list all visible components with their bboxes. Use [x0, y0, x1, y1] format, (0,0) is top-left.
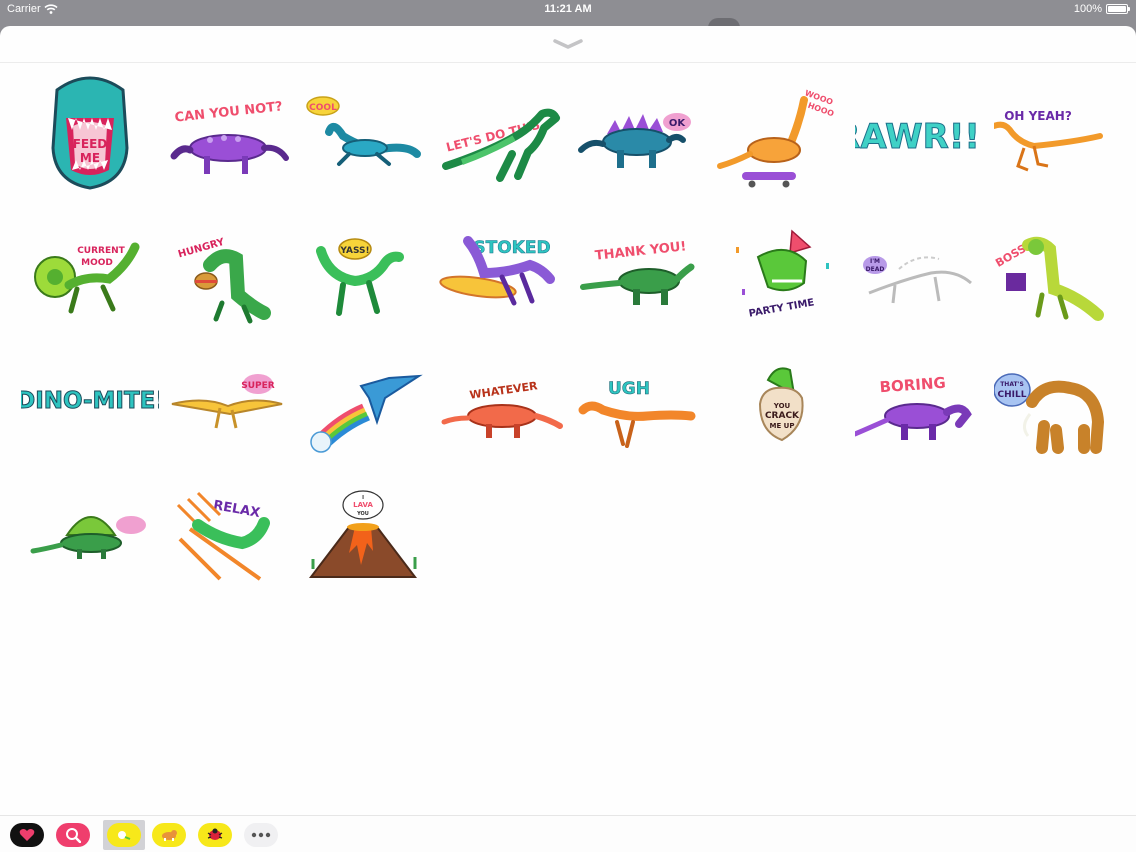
sticker-wooo-hooo[interactable]: WOOO HOOO: [716, 70, 854, 196]
battery-fill: [1108, 6, 1126, 12]
battery-group: 100%: [1073, 3, 1130, 15]
status-bar: Carrier 11:21 AM 100%: [0, 0, 1136, 18]
sticker-text: FEED: [73, 137, 108, 151]
drawer-divider: [0, 62, 1136, 63]
battery-percent: 100%: [1073, 3, 1102, 15]
magnifier-heart-icon: [56, 823, 90, 847]
sticker-text: UGH: [608, 379, 650, 399]
sticker-text: DEAD: [866, 266, 885, 273]
tray-app-more[interactable]: [244, 822, 278, 848]
sticker-text: CURRENT: [77, 246, 125, 256]
sticker-stoked[interactable]: STOKED: [438, 203, 576, 329]
app-tray: [0, 815, 1136, 852]
sticker-ok[interactable]: OK: [577, 70, 715, 196]
sticker-text: THAT'S: [1000, 381, 1024, 388]
sticker-text: BORING: [879, 374, 946, 397]
sticker-text: CHILL: [998, 390, 1027, 400]
sticker-yass[interactable]: YASS!: [299, 203, 437, 329]
sticker-text: DINO-MITE!: [21, 388, 159, 414]
sticker-whatever[interactable]: WHATEVER: [438, 336, 576, 462]
corgi-icon: [152, 823, 186, 847]
sticker-party-time[interactable]: PARTY TIME: [716, 203, 854, 329]
sticker-text: PARTY TIME: [748, 297, 815, 319]
sticker-text: LAVA: [353, 501, 373, 509]
sticker-ugh[interactable]: UGH: [577, 336, 715, 462]
sticker-text: OH YEAH?: [1004, 109, 1072, 123]
sticker-text: ME: [80, 151, 100, 165]
battery-icon: [1106, 4, 1130, 14]
sticker-lets-do-this[interactable]: LET'S DO THIS: [438, 70, 576, 196]
tray-app-heart[interactable]: [10, 822, 44, 848]
tray-app-search[interactable]: [56, 822, 90, 848]
more-icon: [244, 823, 278, 847]
sticker-hungry[interactable]: HUNGRY: [160, 203, 298, 329]
sticker-im-dead[interactable]: I'M DEAD: [855, 203, 993, 329]
sticker-drawer: FEED ME CAN YOU NOT? COOL LET'S DO THIS …: [0, 26, 1136, 852]
sticker-you-crack-me-up[interactable]: YOU CRACK ME UP: [716, 336, 854, 462]
sticker-text: THANK YOU!: [594, 239, 687, 264]
sticker-can-you-not[interactable]: CAN YOU NOT?: [160, 70, 298, 196]
sticker-dimetrodon-bubble[interactable]: [21, 469, 159, 595]
sticker-grid: FEED ME CAN YOU NOT? COOL LET'S DO THIS …: [21, 70, 1117, 581]
sticker-thats-chill[interactable]: THAT'S CHILL: [994, 336, 1132, 462]
sticker-feed-me[interactable]: FEED ME: [21, 70, 159, 196]
sticker-text: RELAX: [212, 498, 261, 521]
sticker-current-mood[interactable]: CURRENT MOOD: [21, 203, 159, 329]
sticker-relax[interactable]: RELAX: [160, 469, 298, 595]
sticker-text: CAN YOU NOT?: [174, 99, 283, 125]
sticker-text: OK: [669, 118, 687, 129]
sticker-rawr[interactable]: RAWR!!: [855, 70, 993, 196]
tray-app-bug[interactable]: [198, 822, 232, 848]
sticker-text: STOKED: [473, 238, 550, 258]
sticker-dino-mite[interactable]: DINO-MITE!: [21, 336, 159, 462]
sticker-super[interactable]: SUPER: [160, 336, 298, 462]
heart-icon: [10, 823, 44, 847]
tray-app-corgi[interactable]: [152, 822, 186, 848]
sticker-text: I'M: [870, 258, 880, 265]
sticker-text: YASS!: [339, 246, 369, 256]
sticker-text: MOOD: [81, 258, 113, 268]
sticker-bossy[interactable]: BOSSY: [994, 203, 1132, 329]
sticker-text: ME UP: [770, 422, 795, 430]
clock: 11:21 AM: [544, 3, 592, 15]
sticker-text: SUPER: [241, 381, 275, 391]
sticker-text: YOU: [773, 402, 791, 410]
sticker-text: WHATEVER: [469, 379, 539, 401]
sticker-cool[interactable]: COOL: [299, 70, 437, 196]
bug-icon: [198, 823, 232, 847]
tray-app-dino-stickers[interactable]: [103, 820, 145, 850]
sticker-i-lava-you[interactable]: I LAVA YOU: [299, 469, 437, 595]
dino-app-icon: [107, 823, 141, 847]
chevron-down-icon[interactable]: [552, 38, 584, 50]
sticker-oh-yeah[interactable]: OH YEAH?: [994, 70, 1132, 196]
sticker-text: YOU: [356, 511, 369, 517]
sticker-text: CRACK: [765, 411, 800, 421]
sticker-text: RAWR!!: [855, 117, 980, 157]
sticker-rainbow-pterodactyl[interactable]: [299, 336, 437, 462]
sticker-text: COOL: [309, 103, 337, 113]
sticker-thank-you[interactable]: THANK YOU!: [577, 203, 715, 329]
sticker-boring[interactable]: BORING: [855, 336, 993, 462]
